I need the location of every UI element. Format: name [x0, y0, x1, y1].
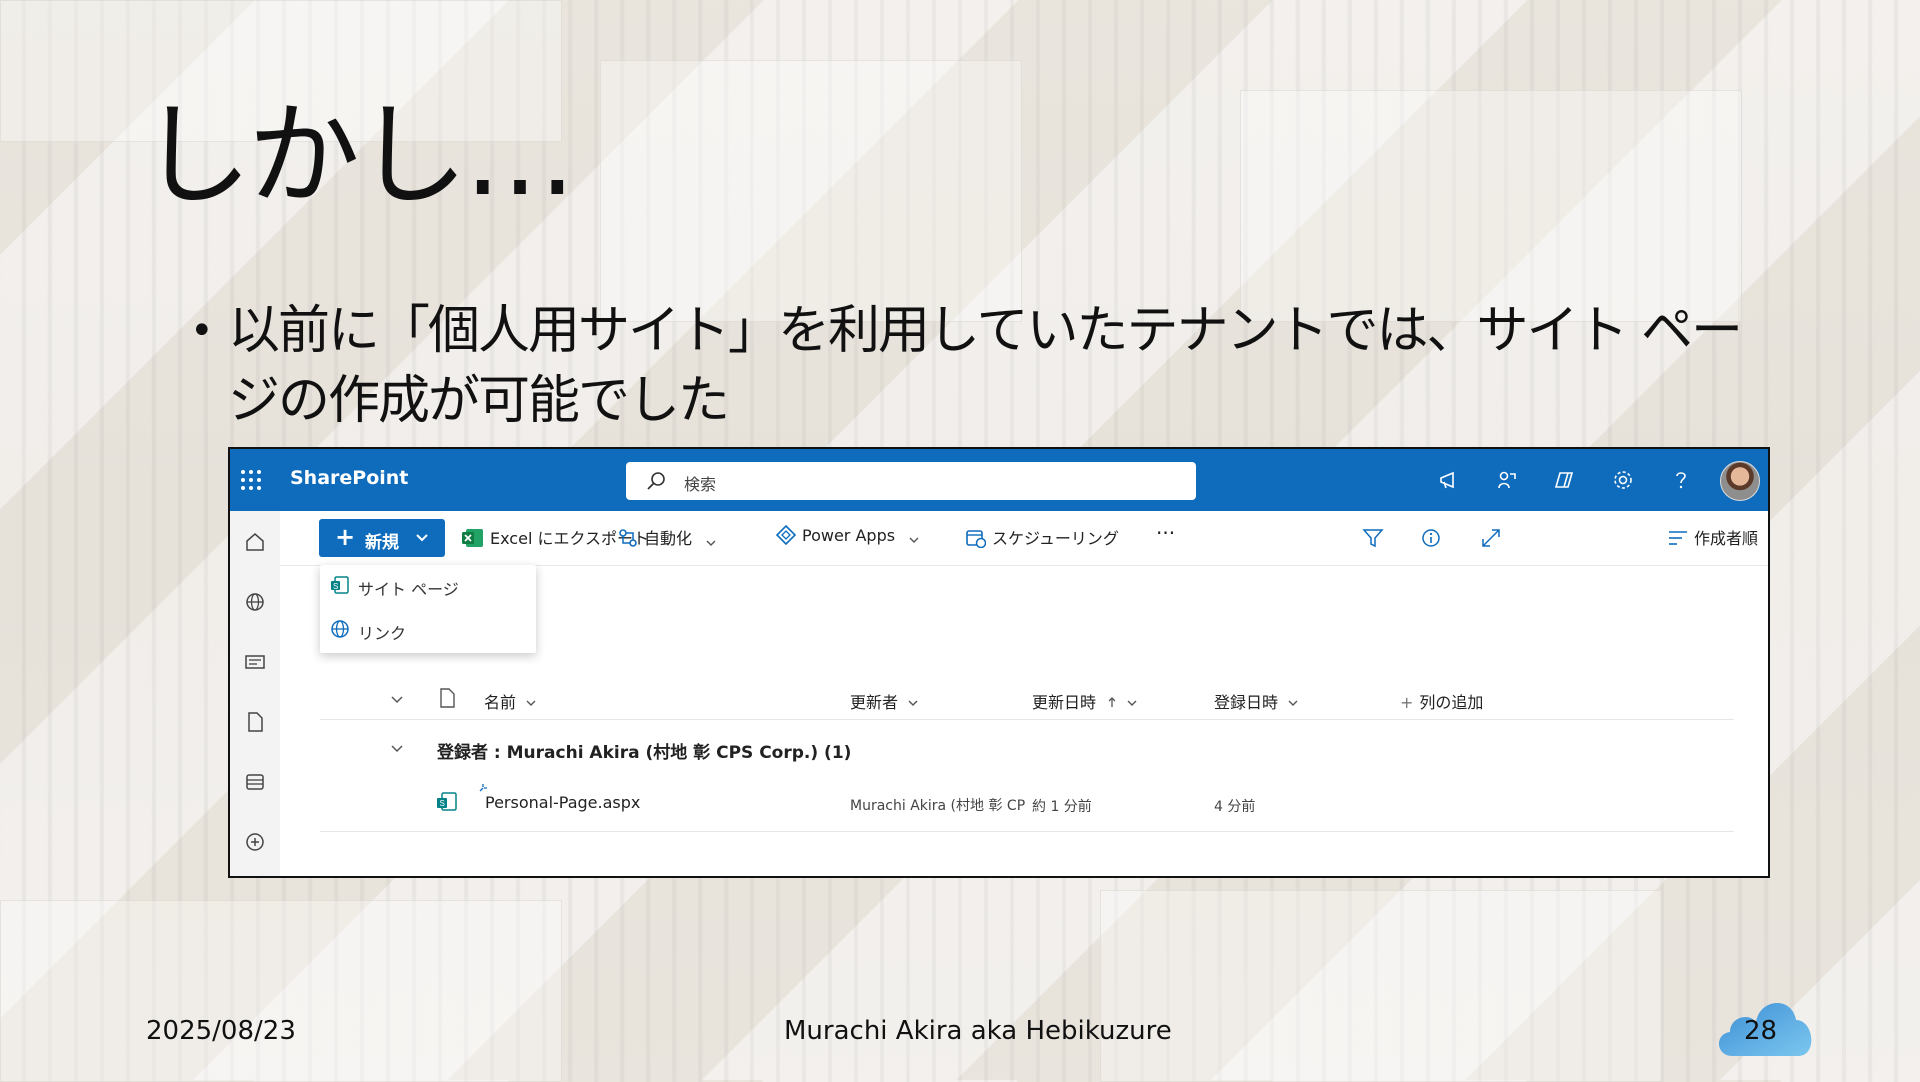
row-modified-by: Murachi Akira (村地 彰 CP [850, 798, 1026, 814]
more-actions-button[interactable]: ··· [1156, 521, 1175, 545]
file-type-icon [440, 688, 455, 708]
add-column-button[interactable]: + 列の追加 [1400, 689, 1483, 713]
footer-date: 2025/08/23 [146, 1016, 296, 1046]
copilot-icon[interactable] [1554, 469, 1576, 491]
excel-icon [462, 529, 483, 547]
chevron-down-icon [1127, 700, 1137, 706]
automate-button[interactable]: 自動化 [618, 525, 723, 549]
menu-item-label: リンク [358, 624, 407, 643]
new-item-sparkle-icon [479, 784, 487, 792]
share-icon[interactable] [1496, 469, 1518, 491]
sharepoint-window: SharePoint 検索 + 新規 Excel にエクスポート 自動化 Pow… [228, 447, 1770, 878]
svg-text:S: S [440, 799, 445, 808]
command-bar: + 新規 Excel にエクスポート 自動化 Power Apps スケジューリ… [280, 511, 1768, 566]
background-container-block [600, 60, 1022, 322]
sort-lines-icon [1669, 531, 1687, 545]
row-created: 4 分前 [1214, 799, 1256, 815]
column-header-created[interactable]: 登録日時 [1214, 689, 1299, 713]
svg-text:S: S [333, 582, 338, 591]
group-header[interactable]: 登録者 : Murachi Akira (村地 彰 CPS Corp.) (1) [437, 738, 851, 763]
chevron-down-icon [706, 540, 716, 546]
row-file-name[interactable]: Personal-Page.aspx [485, 793, 640, 812]
left-rail [230, 511, 280, 876]
menu-item-site-page[interactable]: S サイト ページ [330, 569, 526, 603]
power-apps-icon [775, 524, 797, 546]
page-number: 28 [1744, 1016, 1778, 1046]
chevron-down-icon [416, 534, 428, 542]
sort-label: 作成者順 [1694, 529, 1759, 548]
menu-item-label: サイト ページ [358, 580, 459, 599]
chevron-down-icon [526, 700, 536, 706]
plus-icon: + [1400, 693, 1414, 712]
automate-icon [619, 529, 637, 547]
gear-icon[interactable] [1612, 469, 1634, 491]
menu-item-link[interactable]: リンク [330, 613, 526, 647]
search-box[interactable]: 検索 [626, 462, 1196, 500]
chevron-down-icon [1288, 700, 1298, 706]
search-icon [647, 472, 665, 490]
group-collapse-chevron-icon[interactable] [390, 744, 404, 754]
footer-author: Murachi Akira aka Hebikuzure [784, 1016, 1172, 1046]
header-divider [320, 719, 1734, 720]
column-modified-by-label: 更新者 [850, 693, 899, 712]
globe-icon [331, 620, 349, 638]
new-button-label: 新規 [365, 533, 399, 553]
background-container-block [1240, 90, 1742, 322]
schedule-label: スケジューリング [992, 529, 1119, 548]
calendar-clock-icon [966, 530, 987, 549]
bullet-text: 以前に「個人用サイト」を利用していたテナントでは、サイト ページの作成が可能でし… [228, 301, 1743, 431]
add-column-label: 列の追加 [1419, 693, 1484, 712]
file-icon[interactable] [244, 711, 266, 733]
site-page-icon: S [331, 576, 349, 594]
user-avatar[interactable] [1720, 461, 1760, 501]
new-button[interactable]: + 新規 [319, 519, 445, 557]
plus-icon: + [335, 523, 356, 551]
slide-bullet: • 以前に「個人用サイト」を利用していたテナントでは、サイト ページの作成が可能… [190, 296, 1782, 436]
column-header-modified[interactable]: 更新日時 [1032, 689, 1138, 713]
column-modified-label: 更新日時 [1032, 693, 1097, 712]
info-icon[interactable] [1420, 527, 1442, 549]
sharepoint-brand[interactable]: SharePoint [290, 467, 408, 489]
new-dropdown-menu: S サイト ページ リンク [320, 565, 536, 653]
sort-button[interactable]: 作成者順 [1668, 525, 1768, 549]
chevron-down-icon [909, 537, 919, 543]
automate-label: 自動化 [644, 529, 693, 548]
row-divider [320, 831, 1734, 832]
background-container-block [1100, 890, 1662, 1082]
add-circle-icon[interactable] [244, 831, 266, 853]
slide-title: しかし… [140, 91, 576, 221]
column-name-label: 名前 [484, 693, 517, 712]
sort-ascending-icon [1108, 697, 1116, 707]
background-container-block [0, 900, 562, 1082]
row-modified: 約 1 分前 [1032, 799, 1092, 815]
list-icon[interactable] [244, 771, 266, 793]
aspx-page-icon: S [437, 792, 457, 811]
app-launcher-icon[interactable] [240, 469, 262, 491]
power-apps-label: Power Apps [802, 526, 896, 545]
help-icon[interactable] [1670, 469, 1692, 491]
column-header-modified-by[interactable]: 更新者 [850, 689, 919, 713]
bullet-dot: • [190, 308, 214, 354]
column-created-label: 登録日時 [1214, 693, 1279, 712]
suite-header: SharePoint 検索 [230, 449, 1768, 511]
filter-icon[interactable] [1362, 527, 1384, 549]
globe-icon[interactable] [244, 591, 266, 613]
megaphone-icon[interactable] [1438, 469, 1460, 491]
expand-icon[interactable] [1480, 527, 1502, 549]
search-placeholder: 検索 [684, 475, 717, 494]
chevron-down-icon [908, 700, 918, 706]
column-header-name[interactable]: 名前 [484, 689, 537, 713]
collapse-all-chevron-icon[interactable] [390, 695, 404, 705]
home-icon[interactable] [244, 531, 266, 553]
schedule-button[interactable]: スケジューリング [966, 525, 1119, 549]
power-apps-button[interactable]: Power Apps [775, 524, 926, 546]
news-icon[interactable] [244, 651, 266, 673]
